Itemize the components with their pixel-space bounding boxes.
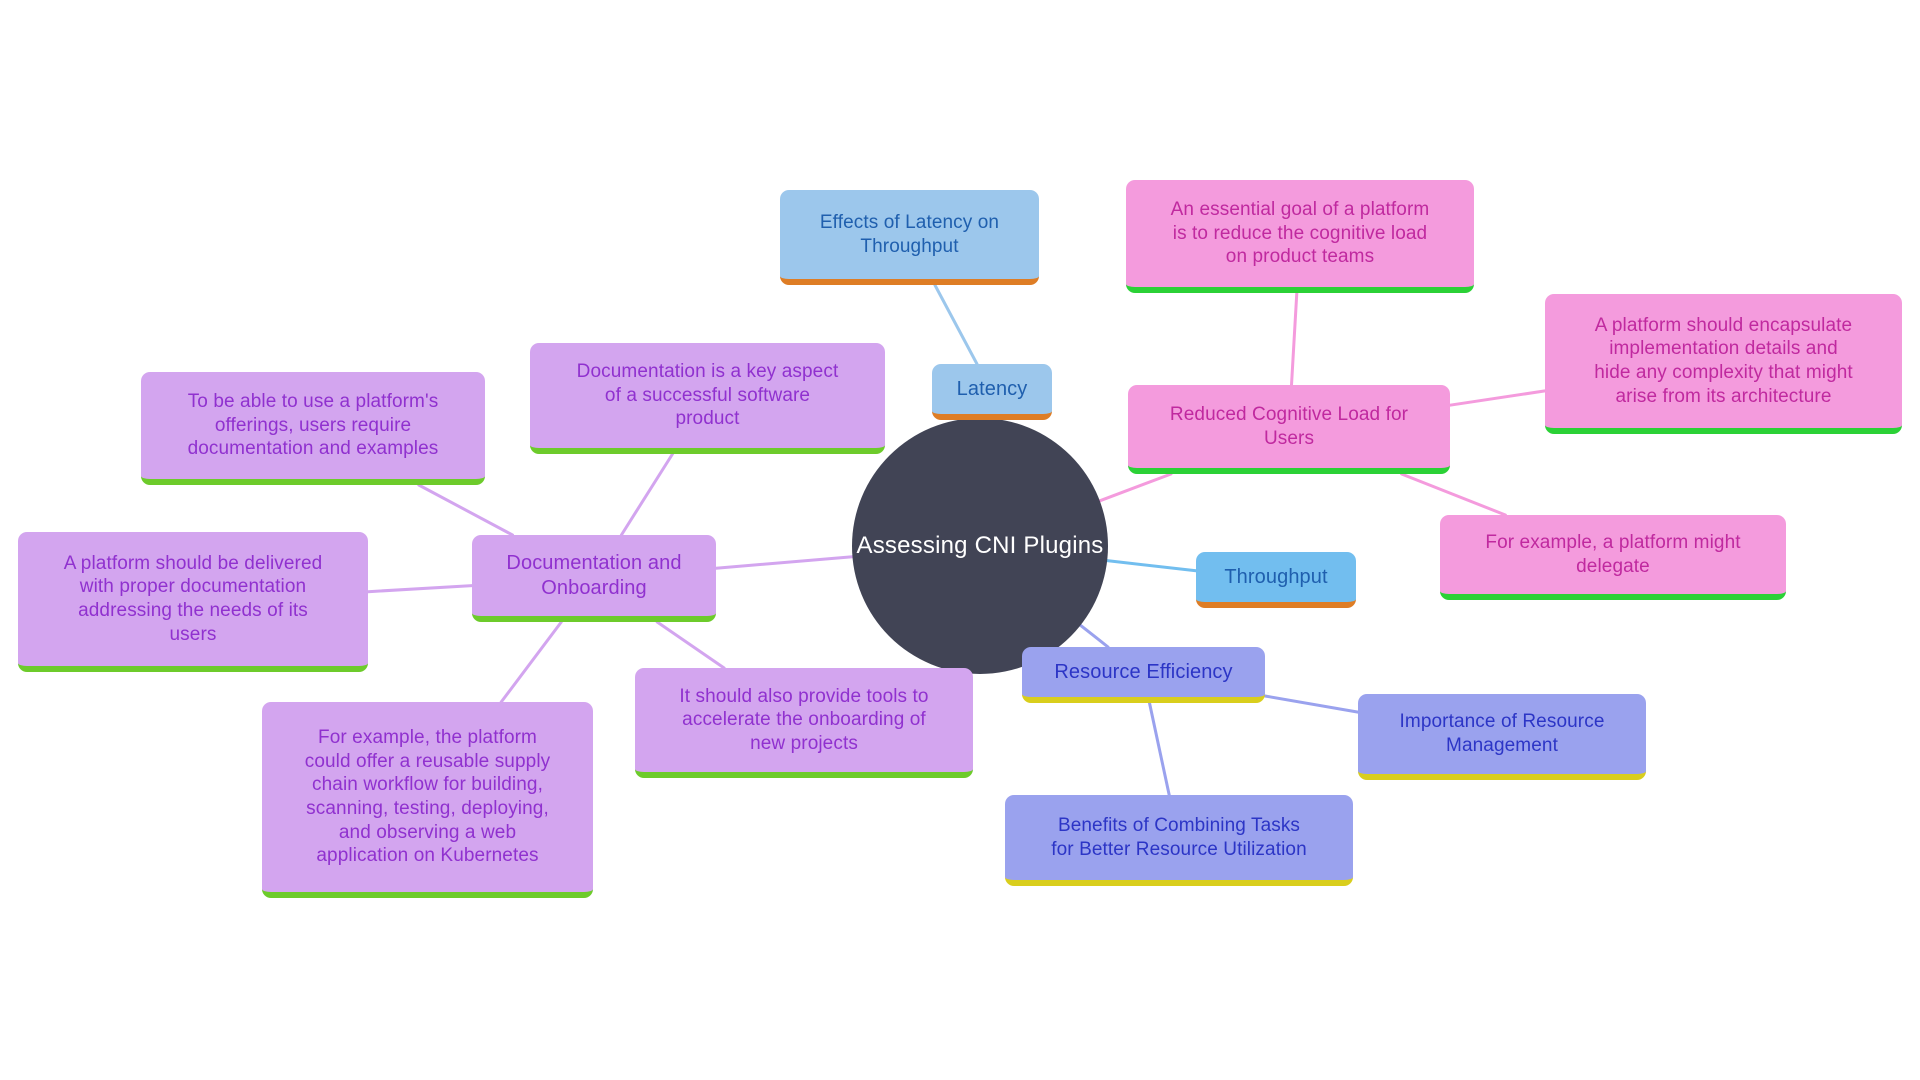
mind-map-node-users-require-documentation[interactable]: To be able to use a platform's offerings…: [141, 372, 485, 485]
node-label-resource-efficiency: Resource Efficiency: [1054, 660, 1233, 683]
edge-root-resource: [1079, 623, 1110, 649]
mind-map-node-resource-efficiency[interactable]: Resource Efficiency: [1022, 647, 1265, 703]
edge-doc-users-require: [417, 483, 514, 537]
edge-doc-tools: [655, 620, 726, 670]
edge-doc-delivered: [366, 584, 474, 594]
mind-map-node-benefits-combining-tasks[interactable]: Benefits of Combining Tasks for Better R…: [1005, 795, 1353, 886]
mind-map-node-encapsulate-implementation[interactable]: A platform should encapsulate implementa…: [1545, 294, 1902, 434]
mind-map-node-reusable-supply-chain-workflow[interactable]: For example, the platform could offer a …: [262, 702, 593, 898]
mind-map-node-effects-latency-throughput[interactable]: Effects of Latency on Throughput: [780, 190, 1039, 285]
mind-map-node-platform-delivered-documentation[interactable]: A platform should be delivered with prop…: [18, 532, 368, 672]
mind-map-node-essential-goal-platform[interactable]: An essential goal of a platform is to re…: [1126, 180, 1474, 293]
edge-resource-benefits: [1148, 701, 1171, 797]
root-node-label: Assessing CNI Plugins: [856, 532, 1104, 559]
edge-cognitive-delegate: [1400, 472, 1507, 517]
node-label-encapsulate-implementation: A platform should encapsulate implementa…: [1594, 314, 1853, 407]
node-label-platform-delivered-documentation: A platform should be delivered with prop…: [63, 552, 323, 645]
mind-map-node-tools-accelerate-onboarding[interactable]: It should also provide tools to accelera…: [635, 668, 973, 778]
mind-map-node-reduced-cognitive-load[interactable]: Reduced Cognitive Load for Users: [1128, 385, 1450, 474]
mind-map-canvas: Assessing CNI Plugins Latency Effects of L…: [0, 0, 1920, 1080]
node-label-essential-goal-platform: An essential goal of a platform is to re…: [1170, 199, 1430, 268]
edge-root-throughput: [1105, 559, 1198, 573]
edge-latency-effects: [933, 283, 979, 366]
edge-doc-supply-chain: [499, 620, 563, 704]
root-node[interactable]: Assessing CNI Plugins: [852, 418, 1108, 674]
edge-resource-importance: [1263, 694, 1360, 714]
edge-doc-key-aspect: [619, 452, 674, 537]
edge-cognitive-encapsulate: [1448, 389, 1547, 407]
edge-root-documentation: [714, 555, 854, 570]
node-label-documentation-key-aspect: Documentation is a key aspect of a succe…: [576, 361, 839, 430]
node-label-reduced-cognitive-load: Reduced Cognitive Load for Users: [1169, 403, 1409, 449]
mind-map-node-importance-resource-management[interactable]: Importance of Resource Management: [1358, 694, 1646, 780]
node-label-users-require-documentation: To be able to use a platform's offerings…: [187, 391, 439, 460]
edge-cognitive-goal: [1290, 291, 1299, 387]
node-label-documentation-onboarding: Documentation and Onboarding: [506, 551, 682, 599]
mind-map-node-documentation-key-aspect[interactable]: Documentation is a key aspect of a succe…: [530, 343, 885, 454]
mind-map-node-platform-might-delegate[interactable]: For example, a platform might delegate: [1440, 515, 1786, 600]
edge-root-cognitive: [1098, 472, 1173, 503]
node-label-effects-latency-throughput: Effects of Latency on Throughput: [819, 211, 1000, 257]
mind-map-node-documentation-onboarding[interactable]: Documentation and Onboarding: [472, 535, 716, 622]
mind-map-node-throughput[interactable]: Throughput: [1196, 552, 1356, 608]
node-label-reusable-supply-chain-workflow: For example, the platform could offer a …: [304, 727, 551, 867]
node-label-latency: Latency: [956, 377, 1028, 400]
node-label-benefits-combining-tasks: Benefits of Combining Tasks for Better R…: [1051, 814, 1307, 860]
mind-map-node-latency[interactable]: Latency: [932, 364, 1052, 420]
node-label-importance-resource-management: Importance of Resource Management: [1399, 711, 1605, 756]
node-label-platform-might-delegate: For example, a platform might delegate: [1485, 531, 1741, 577]
node-label-tools-accelerate-onboarding: It should also provide tools to accelera…: [679, 685, 929, 754]
node-label-throughput: Throughput: [1224, 565, 1328, 588]
